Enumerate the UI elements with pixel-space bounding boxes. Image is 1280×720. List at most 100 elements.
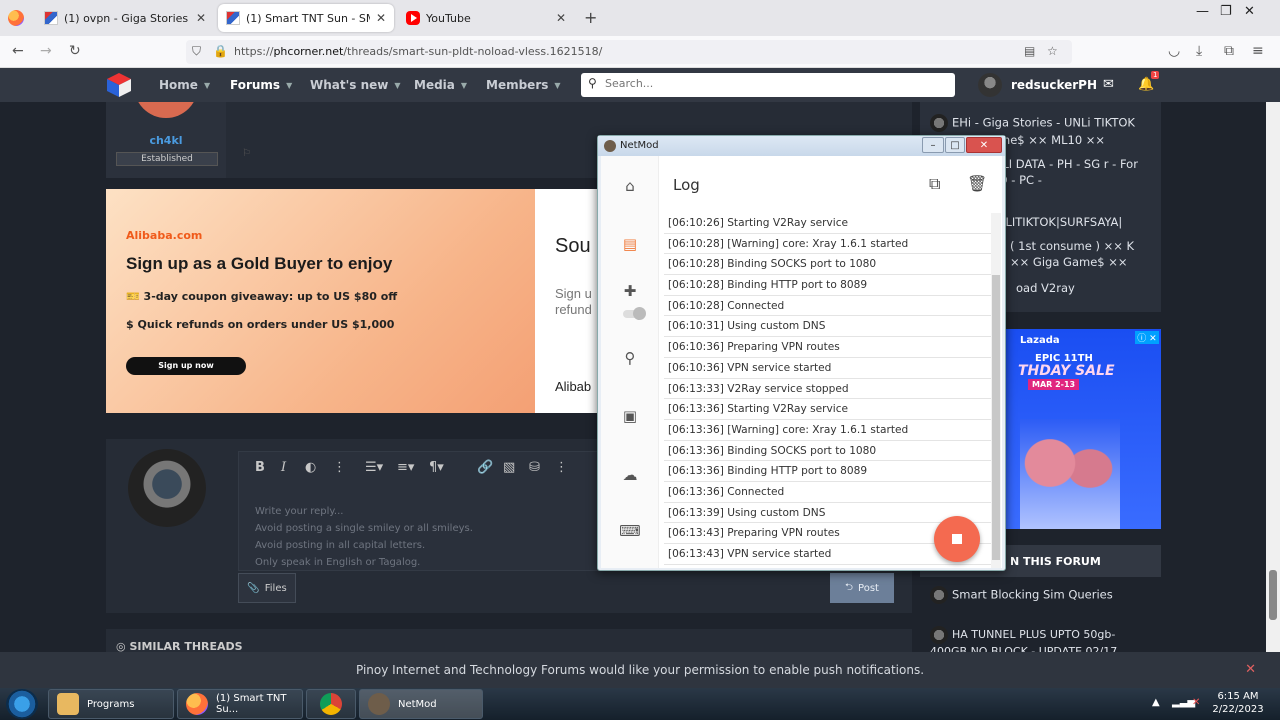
log-list[interactable]: [06:10:26] Starting V2Ray service [06:10:…	[664, 213, 992, 568]
log-line: [06:13:36] Binding SOCKS port to 1080	[664, 441, 992, 462]
post-reply-button[interactable]: ⮌ Post	[830, 573, 894, 603]
more-options-icon[interactable]: ⋮	[333, 460, 346, 475]
inbox-icon[interactable]: ✉	[1103, 77, 1114, 92]
reader-view-icon[interactable]: ▤	[1024, 44, 1035, 58]
log-scrollbar[interactable]	[991, 213, 1001, 568]
nav-forums[interactable]: Forums ▼	[230, 68, 292, 102]
pocket-icon[interactable]: ◡	[1168, 43, 1180, 59]
nav-home[interactable]: Home ▼	[159, 68, 210, 102]
browser-tab-bar: (1) ovpn - Giga Stories ( 1st con ✕ (1) …	[0, 0, 1280, 36]
close-icon[interactable]: ✕	[1245, 652, 1256, 688]
url-bar[interactable]: ⛉ 🔒 https://phcorner.net/threads/smart-s…	[186, 40, 1072, 64]
maximize-icon[interactable]: ❐	[1220, 4, 1232, 19]
more-insert-icon[interactable]: ⋮	[555, 460, 568, 475]
server-icon[interactable]: ▣	[601, 407, 659, 425]
log-icon[interactable]: ▤	[601, 235, 659, 253]
browser-tab-ovpn[interactable]: (1) ovpn - Giga Stories ( 1st con ✕	[36, 4, 214, 32]
alibaba-ad-right-panel[interactable]: Sou Sign u refund Alibab	[535, 189, 602, 413]
nav-media[interactable]: Media ▼	[414, 68, 467, 102]
media-icon[interactable]: ⛁	[529, 460, 540, 475]
color-palette-icon[interactable]: ◐	[305, 460, 316, 475]
forward-icon[interactable]: →	[40, 43, 52, 59]
shield-icon[interactable]: ⛉	[192, 44, 201, 59]
align-icon[interactable]: ≡▾	[397, 460, 414, 475]
scrollbar-thumb[interactable]	[1269, 570, 1277, 620]
nav-members[interactable]: Members ▼	[486, 68, 561, 102]
ad-choices-icon[interactable]: ⓘ ✕	[1135, 331, 1159, 344]
close-tab-icon[interactable]: ✕	[196, 11, 206, 25]
chevron-down-icon[interactable]: ▼	[461, 81, 467, 90]
back-icon[interactable]: ←	[12, 43, 24, 59]
post-username[interactable]: ch4kl	[106, 134, 226, 147]
close-tab-icon[interactable]: ✕	[376, 11, 386, 25]
taskbar-clock[interactable]: 6:15 AM 2/22/2023	[1210, 690, 1266, 716]
nav-whats-new[interactable]: What's new ▼	[310, 68, 401, 102]
post-avatar[interactable]	[134, 102, 198, 118]
attach-files-button[interactable]: 📎 Files	[238, 573, 296, 603]
search-input[interactable]	[605, 77, 935, 90]
bold-icon[interactable]: B	[255, 460, 265, 475]
header-username[interactable]: redsuckerPH	[1011, 78, 1097, 92]
extensions-icon[interactable]: ⧉	[1224, 43, 1234, 59]
ad-right-text: Sign u refund	[555, 286, 592, 317]
list-icon[interactable]: ☰▾	[365, 460, 383, 475]
forum-thread-item[interactable]: Smart Blocking Sim Queries	[930, 586, 1150, 604]
flag-icon[interactable]: ⚐	[242, 148, 251, 159]
taskbar-item-firefox[interactable]: (1) Smart TNT Su...	[177, 689, 303, 719]
forum-thread-item[interactable]: HA TUNNEL PLUS UPTO 50gb-400GB NO BLOCK …	[930, 626, 1150, 652]
taskbar-item-netmod[interactable]: NetMod	[359, 689, 483, 719]
lock-icon[interactable]: 🔒	[213, 44, 228, 58]
chevron-down-icon[interactable]: ▼	[394, 81, 400, 90]
user-avatar[interactable]	[978, 73, 1002, 97]
terminal-icon[interactable]: ⌨	[601, 522, 659, 540]
link-icon[interactable]: 🔗	[477, 460, 493, 475]
browser-tab-youtube[interactable]: YouTube ✕	[398, 4, 574, 32]
reload-icon[interactable]: ↻	[69, 43, 81, 59]
maximize-icon[interactable]: □	[945, 137, 965, 153]
url-text[interactable]: https://phcorner.net/threads/smart-sun-p…	[234, 45, 602, 58]
home-icon[interactable]: ⌂	[601, 177, 659, 195]
chevron-down-icon[interactable]: ▼	[204, 81, 210, 90]
image-icon[interactable]: ▧	[503, 460, 515, 475]
close-tab-icon[interactable]: ✕	[556, 11, 566, 25]
bookmark-star-icon[interactable]: ☆	[1047, 44, 1058, 58]
new-tab-button[interactable]: +	[584, 8, 597, 27]
plugin-icon[interactable]: ✚	[601, 282, 659, 300]
netmod-title-bar[interactable]: NetMod – □ ✕	[598, 136, 1005, 156]
browser-tab-smart[interactable]: (1) Smart TNT Sun - SMART SU ✕	[218, 4, 394, 32]
connection-toggle[interactable]	[623, 307, 646, 320]
log-line: [06:13:36] [Warning] core: Xray 1.6.1 st…	[664, 420, 992, 441]
network-error-icon[interactable]: ✕	[1192, 697, 1200, 708]
close-window-icon[interactable]: ✕	[1244, 4, 1255, 19]
tray-expand-icon[interactable]: ▲	[1152, 697, 1160, 708]
delete-log-icon[interactable]: 🗑	[967, 174, 987, 193]
paragraph-icon[interactable]: ¶▾	[429, 460, 444, 475]
reply-hint: Avoid posting in all capital letters.	[255, 540, 426, 551]
copy-icon[interactable]: ⧉	[929, 174, 940, 194]
bell-icon[interactable]: 🔔	[1138, 77, 1154, 92]
menu-icon[interactable]: ≡	[1252, 43, 1264, 59]
log-line: [06:10:28] Binding HTTP port to 8089	[664, 275, 992, 296]
phcorner-logo-icon[interactable]	[106, 72, 132, 98]
page-scrollbar[interactable]	[1266, 102, 1280, 652]
italic-icon[interactable]: I	[281, 460, 286, 475]
ad-bullet-coupon: 🎫 3-day coupon giveaway: up to US $80 of…	[126, 290, 398, 303]
stop-button[interactable]	[934, 516, 980, 562]
close-window-icon[interactable]: ✕	[966, 137, 1002, 153]
log-scrollbar-thumb[interactable]	[992, 275, 1000, 560]
taskbar-item-chrome[interactable]	[306, 689, 356, 719]
minimize-icon[interactable]: –	[922, 137, 944, 153]
minimize-icon[interactable]: —	[1196, 4, 1209, 19]
taskbar-item-programs[interactable]: Programs	[48, 689, 174, 719]
alibaba-ad[interactable]: Alibaba.com Sign up as a Gold Buyer to e…	[106, 189, 602, 413]
cloud-check-icon[interactable]: ☁	[601, 466, 659, 484]
firefox-icon[interactable]	[8, 10, 24, 26]
chevron-down-icon[interactable]: ▼	[554, 81, 560, 90]
download-icon[interactable]: ⤓	[1196, 43, 1202, 59]
ad-signup-button[interactable]: Sign up now	[126, 357, 246, 375]
chevron-down-icon[interactable]: ▼	[286, 81, 292, 90]
location-pin-icon[interactable]: ⚲	[601, 349, 659, 367]
chrome-icon	[320, 693, 342, 715]
windows-start-icon[interactable]	[6, 689, 38, 719]
site-search[interactable]: ⚲	[581, 73, 955, 97]
